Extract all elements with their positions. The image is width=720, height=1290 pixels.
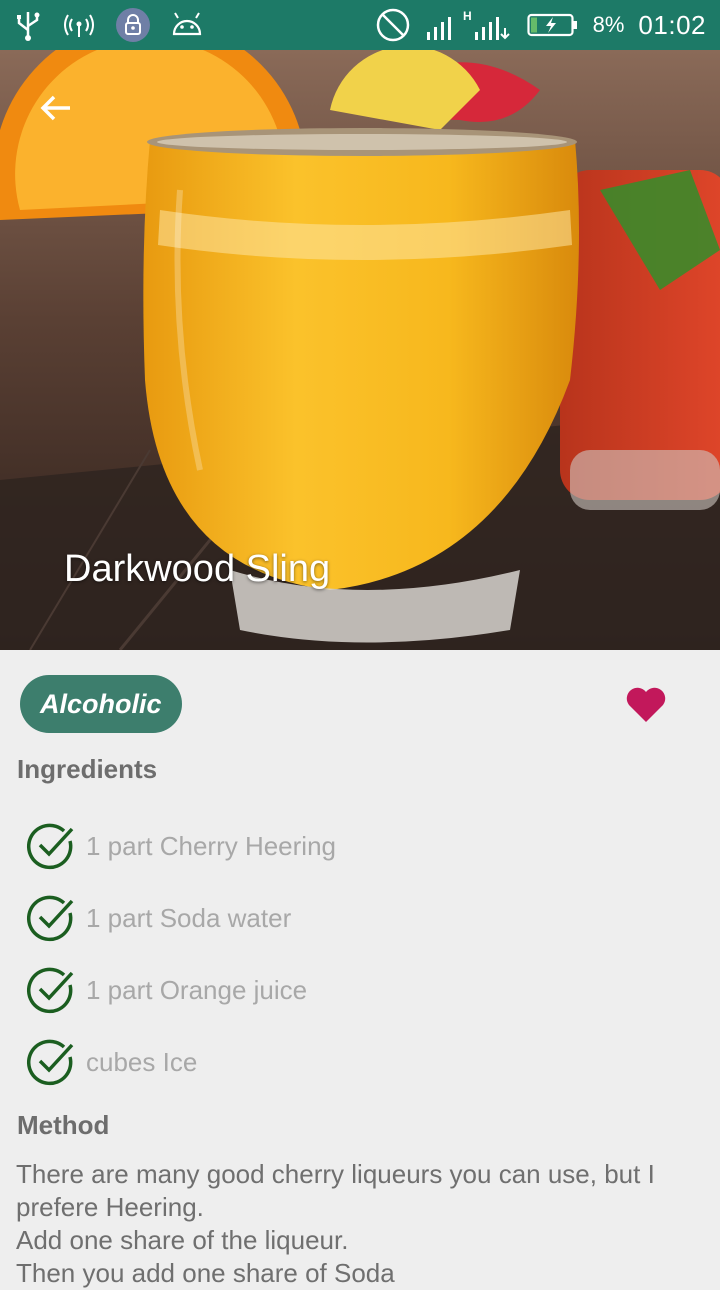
status-bar: H 8% 01:02 — [0, 0, 720, 50]
no-disturb-icon — [376, 8, 409, 42]
method-text: There are many good cherry liqueurs you … — [16, 1159, 655, 1288]
check-circle-icon — [26, 967, 74, 1014]
ingredients-list: 1 part Cherry Heering 1 part Soda water … — [26, 810, 336, 1098]
battery-charging-icon — [527, 13, 577, 37]
ingredient-item: cubes Ice — [26, 1026, 336, 1098]
ingredient-item: 1 part Cherry Heering — [26, 810, 336, 882]
usb-icon — [17, 12, 40, 41]
check-circle-icon — [26, 895, 74, 942]
ingredient-text: 1 part Orange juice — [86, 974, 308, 1005]
drink-title: Darkwood Sling — [64, 548, 331, 590]
ingredients-heading: Ingredients — [17, 754, 158, 784]
clock: 01:02 — [638, 9, 706, 40]
ingredient-text: 1 part Soda water — [86, 902, 292, 933]
category-chip[interactable]: Alcoholic — [20, 675, 182, 733]
network-type-label: H — [463, 9, 472, 23]
check-circle-icon — [26, 1039, 74, 1086]
drink-hero-image: Darkwood Sling — [0, 50, 720, 650]
drink-details: Alcoholic Ingredients 1 part Cherry Heer… — [0, 650, 720, 1288]
battery-percent: 8% — [592, 12, 625, 37]
ingredient-text: 1 part Cherry Heering — [86, 830, 336, 861]
lock-icon — [116, 8, 150, 42]
ingredient-item: 1 part Orange juice — [26, 954, 336, 1026]
signal-icon: H — [426, 9, 510, 40]
ingredient-text: cubes Ice — [86, 1046, 198, 1077]
android-icon — [172, 12, 202, 36]
check-circle-icon — [26, 823, 74, 870]
back-arrow-icon[interactable] — [34, 86, 78, 130]
method-heading: Method — [17, 1110, 110, 1140]
favorite-heart-icon[interactable] — [624, 684, 668, 724]
ingredient-item: 1 part Soda water — [26, 882, 336, 954]
hotspot-icon — [64, 14, 94, 37]
